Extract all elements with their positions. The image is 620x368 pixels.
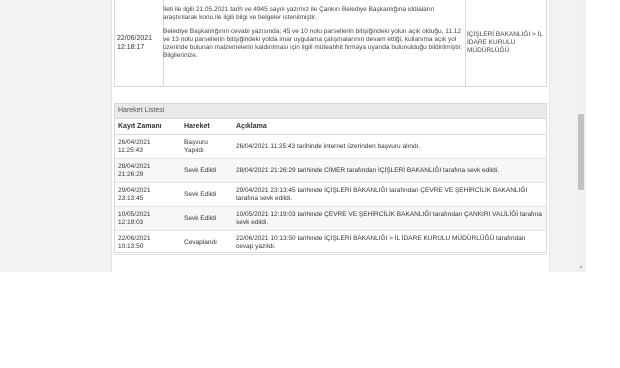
- table-row: 26/04/2021 11:25:43 Başvuru Yapıldı 26/0…: [115, 134, 546, 159]
- movement-list-title: Hareket Listesi: [115, 104, 546, 119]
- vertical-scrollbar[interactable]: ⌄: [576, 0, 586, 272]
- cell-description: 28/04/2021 21:26:29 tarihinde CİMER tara…: [233, 158, 546, 183]
- response-unit: İÇİŞLERİ BAKANLIĞI > İL İDARE KURULU MÜD…: [467, 31, 543, 54]
- column-divider: [465, 0, 466, 86]
- table-row: 10/05/2021 12:19:03 Sevk Edildi 10/05/20…: [115, 206, 546, 231]
- cell-time: 10/05/2021 12:19:03: [115, 206, 181, 231]
- cell-description: 29/04/2021 23:13:45 tarihinde İÇİŞLERİ B…: [233, 182, 546, 207]
- cell-description: 22/06/2021 10:13:50 tarihinde İÇİŞLERİ B…: [233, 230, 546, 255]
- cell-time: 28/04/2021 21:26:29: [115, 158, 181, 183]
- response-detail-row: 22/06/2021 12:18:17 İleti ile ilgili 21.…: [114, 0, 547, 87]
- cell-action: Sevk Edildi: [181, 158, 233, 183]
- table-row: 22/06/2021 10:13:50 Cevaplandı 22/06/202…: [115, 230, 546, 255]
- page-viewport: 22/06/2021 12:18:17 İleti ile ilgili 21.…: [0, 0, 586, 272]
- column-header-action: Hareket: [181, 119, 233, 135]
- table-row: 29/04/2021 23:13:45 Sevk Edildi 29/04/20…: [115, 182, 546, 207]
- cell-description: 10/05/2021 12:19:03 tarihinde ÇEVRE VE Ş…: [233, 206, 546, 231]
- cell-time: 22/06/2021 10:13:50: [115, 230, 181, 255]
- column-header-time: Kayıt Zamanı: [115, 119, 181, 135]
- cell-action: Cevaplandı: [181, 230, 233, 255]
- response-date: 22/06/2021 12:18:17: [117, 35, 153, 51]
- table-row: 28/04/2021 21:26:29 Sevk Edildi 28/04/20…: [115, 158, 546, 183]
- cell-action: Sevk Edildi: [181, 206, 233, 231]
- cell-time: 29/04/2021 23:13:45: [115, 182, 181, 207]
- column-header-description: Açıklama: [233, 119, 546, 135]
- scroll-down-icon[interactable]: ⌄: [576, 262, 586, 271]
- response-paragraph-1: İleti ile ilgili 21.05.2021 tarih ve 494…: [163, 6, 435, 21]
- cell-description: 26/04/2021 11:25:43 tarihinde internet ü…: [233, 134, 546, 159]
- cell-action: Başvuru Yapıldı: [181, 134, 233, 159]
- content-panel: 22/06/2021 12:18:17 İleti ile ilgili 21.…: [111, 0, 550, 272]
- response-paragraph-2: Belediye Başkanlığının cevabi yazısında;…: [163, 28, 463, 59]
- scrollbar-thumb[interactable]: [578, 114, 584, 190]
- response-text: İleti ile ilgili 21.05.2021 tarih ve 494…: [163, 6, 463, 66]
- cell-time: 26/04/2021 11:25:43: [115, 134, 181, 159]
- cell-action: Sevk Edildi: [181, 182, 233, 207]
- movement-list: Hareket Listesi Kayıt Zamanı Hareket Açı…: [114, 103, 547, 255]
- movement-table: Kayıt Zamanı Hareket Açıklama 26/04/2021…: [115, 119, 546, 255]
